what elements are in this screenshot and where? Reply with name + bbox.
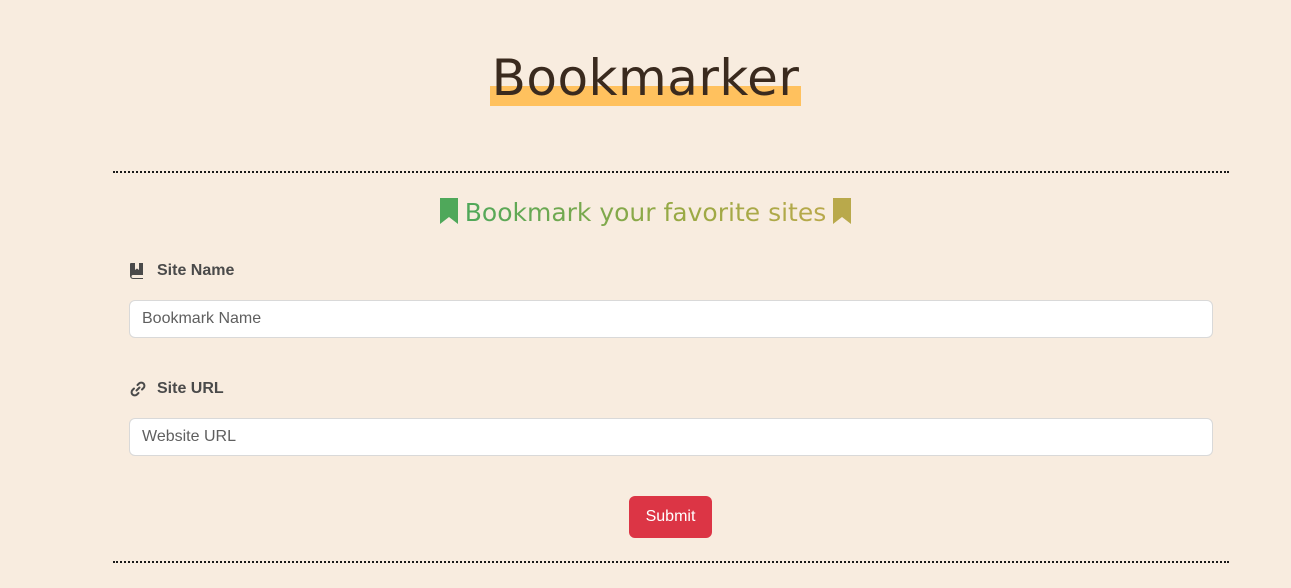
bottom-divider xyxy=(113,561,1229,563)
site-name-label-text: Site Name xyxy=(157,262,235,279)
site-url-input[interactable] xyxy=(129,418,1213,456)
bookmark-icon xyxy=(833,198,852,224)
site-name-label: Site Name xyxy=(129,262,234,280)
page: Bookmarker Bookmark your favorite sites … xyxy=(0,0,1291,588)
book-icon xyxy=(130,263,143,279)
bookmark-icon xyxy=(439,198,458,224)
top-divider xyxy=(113,171,1229,173)
page-title-text: Bookmarker xyxy=(491,49,800,107)
site-url-label-text: Site URL xyxy=(157,380,224,397)
site-name-input[interactable] xyxy=(129,300,1213,338)
header: Bookmarker xyxy=(0,48,1291,108)
submit-button[interactable]: Submit xyxy=(629,496,712,538)
site-url-label: Site URL xyxy=(129,380,224,398)
link-icon xyxy=(130,381,146,397)
form-subtitle-text: Bookmark your favorite sites xyxy=(464,198,827,227)
form-subtitle: Bookmark your favorite sites xyxy=(0,196,1291,230)
page-title: Bookmarker xyxy=(489,48,802,108)
